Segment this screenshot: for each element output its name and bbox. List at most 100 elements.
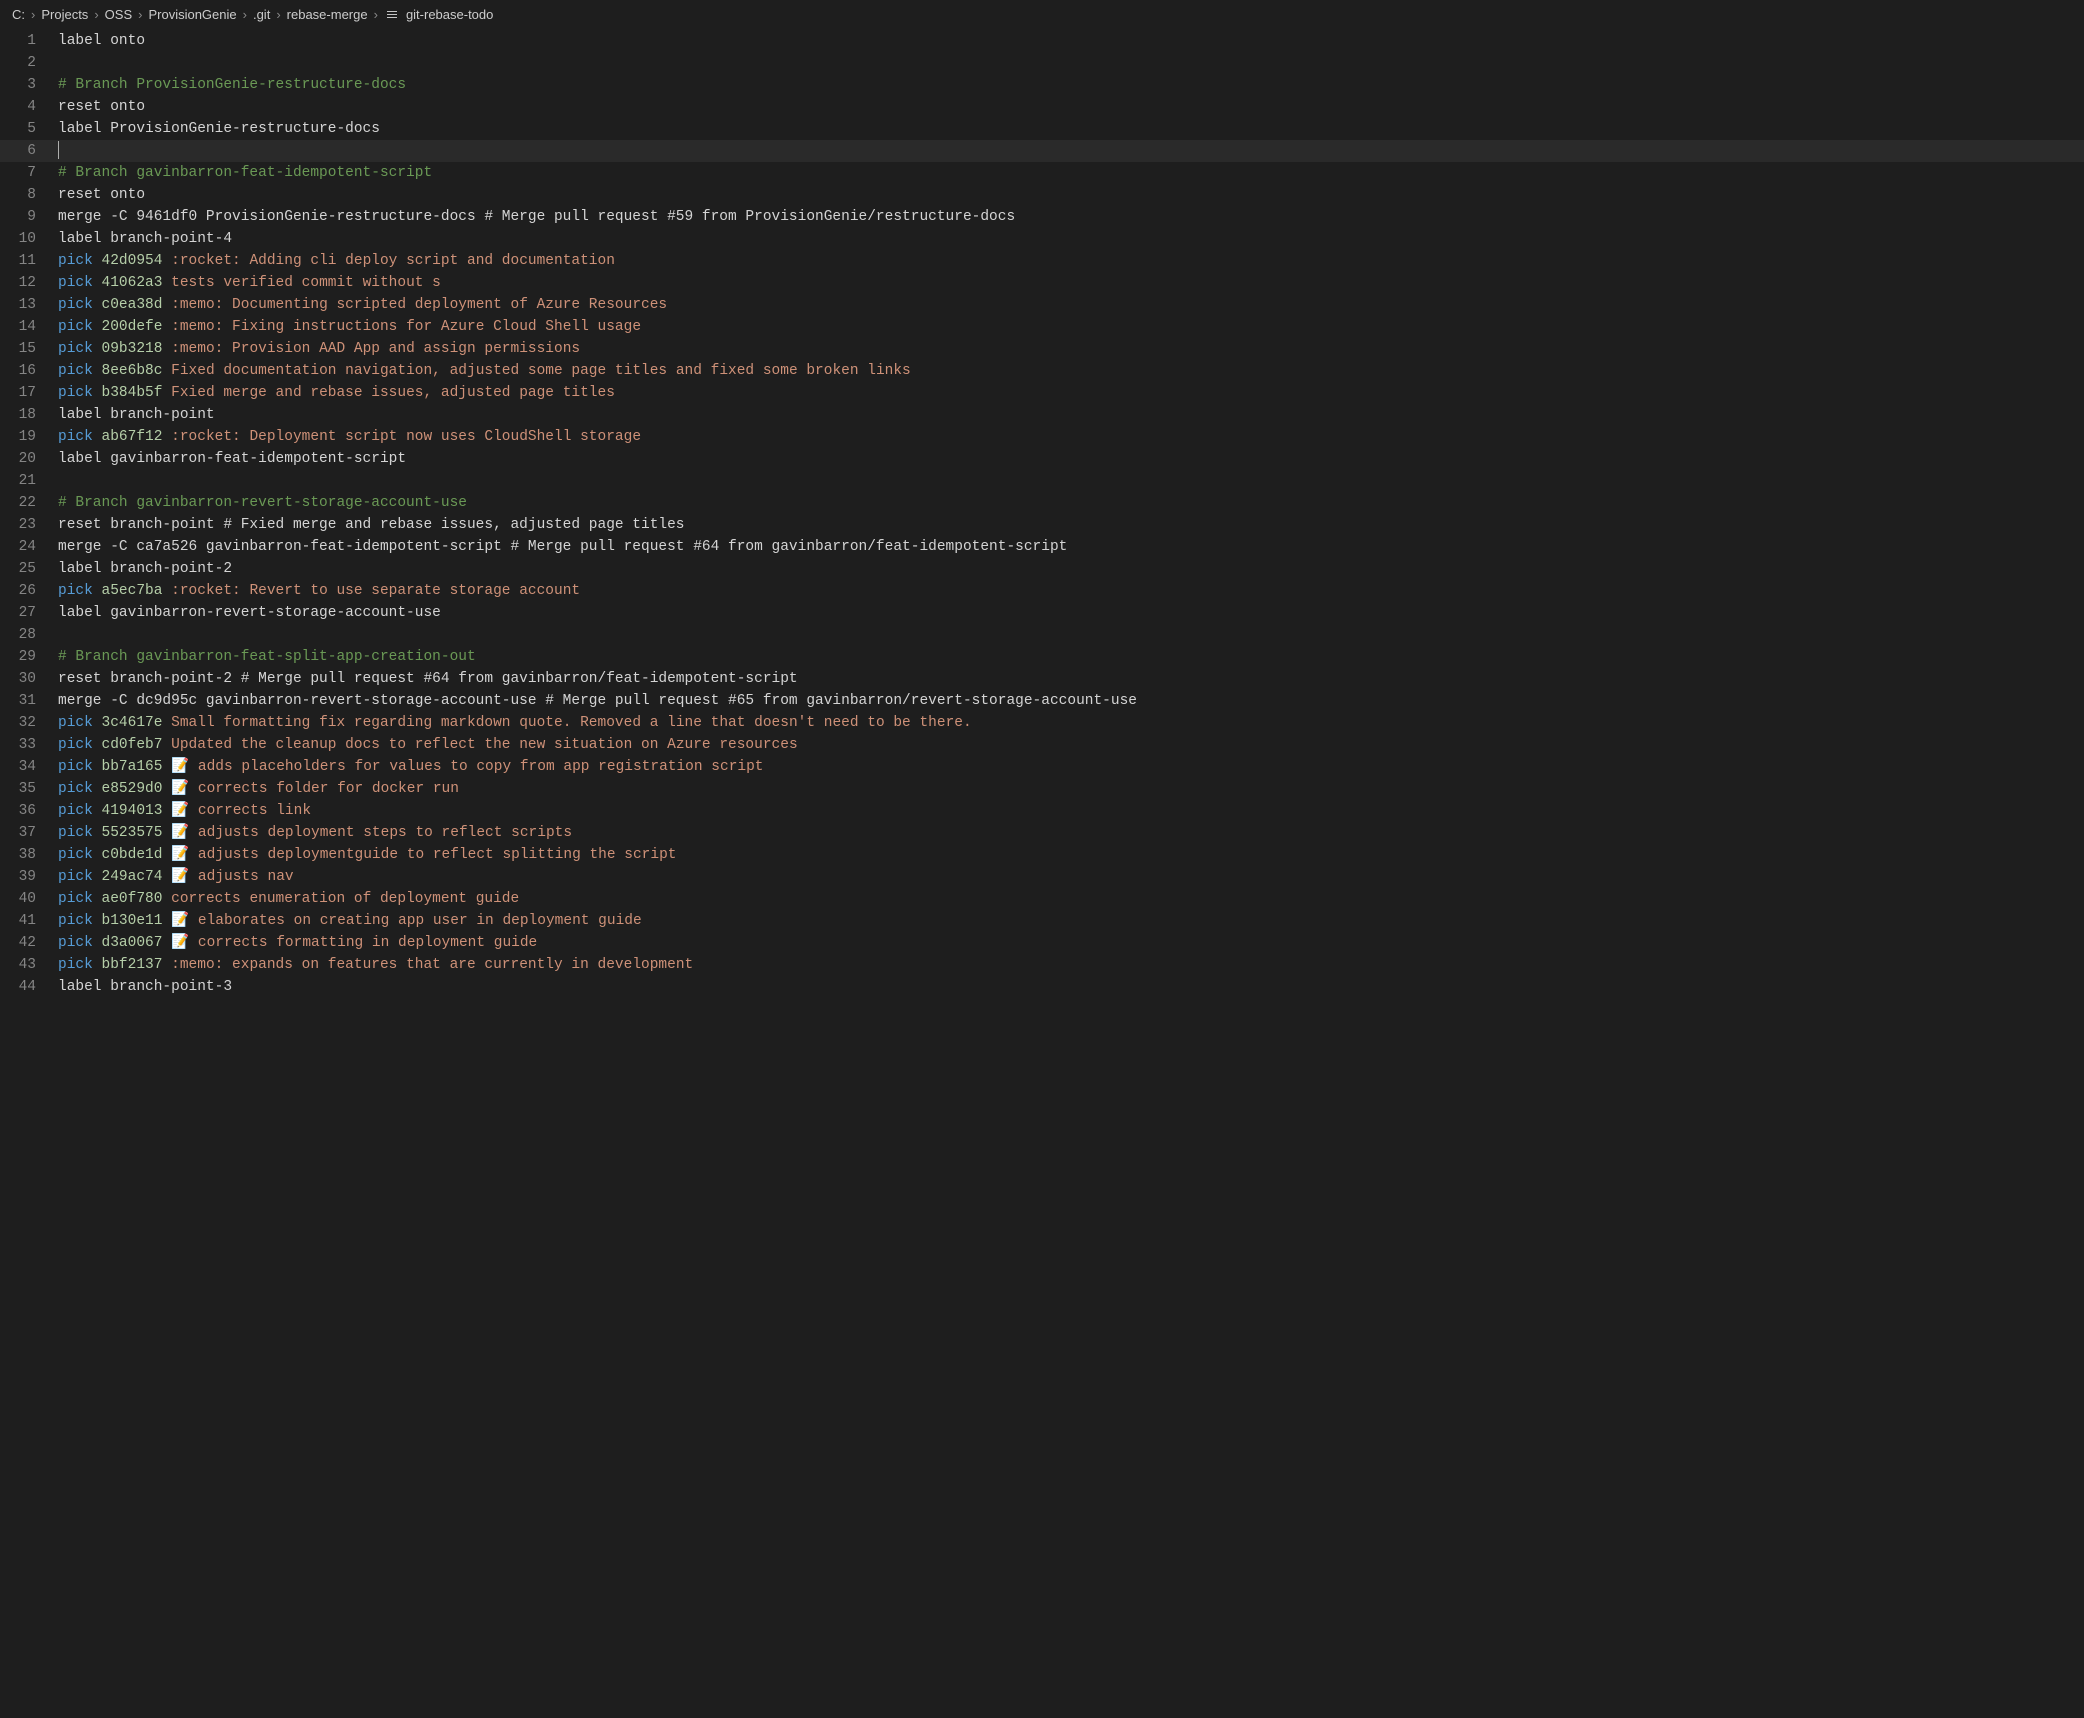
line-content[interactable]: label ProvisionGenie-restructure-docs — [54, 118, 2084, 140]
editor-line[interactable]: 12pick 41062a3 tests verified commit wit… — [0, 272, 2084, 294]
line-content[interactable]: pick 5523575 📝 adjusts deployment steps … — [54, 822, 2084, 844]
line-content[interactable]: label gavinbarron-feat-idempotent-script — [54, 448, 2084, 470]
editor-line[interactable]: 38pick c0bde1d 📝 adjusts deploymentguide… — [0, 844, 2084, 866]
line-content[interactable]: reset branch-point # Fxied merge and reb… — [54, 514, 2084, 536]
editor-line[interactable]: 40pick ae0f780 corrects enumeration of d… — [0, 888, 2084, 910]
editor-line[interactable]: 41pick b130e11 📝 elaborates on creating … — [0, 910, 2084, 932]
token-hash: b384b5f — [102, 385, 163, 401]
editor-line[interactable]: 28 — [0, 624, 2084, 646]
line-content[interactable]: reset onto — [54, 184, 2084, 206]
editor-line[interactable]: 1label onto — [0, 30, 2084, 52]
line-content[interactable]: pick c0bde1d 📝 adjusts deploymentguide t… — [54, 844, 2084, 866]
line-content[interactable]: pick 4194013 📝 corrects link — [54, 800, 2084, 822]
editor-line[interactable]: 24merge -C ca7a526 gavinbarron-feat-idem… — [0, 536, 2084, 558]
editor-line[interactable]: 34pick bb7a165 📝 adds placeholders for v… — [0, 756, 2084, 778]
editor-line[interactable]: 17pick b384b5f Fxied merge and rebase is… — [0, 382, 2084, 404]
editor-line[interactable]: 27label gavinbarron-revert-storage-accou… — [0, 602, 2084, 624]
editor-line[interactable]: 6 — [0, 140, 2084, 162]
token-plain — [162, 385, 171, 401]
line-content[interactable]: # Branch gavinbarron-feat-idempotent-scr… — [54, 162, 2084, 184]
editor-line[interactable]: 22# Branch gavinbarron-revert-storage-ac… — [0, 492, 2084, 514]
breadcrumb-segment[interactable]: C: — [12, 4, 25, 26]
editor-line[interactable]: 39pick 249ac74 📝 adjusts nav — [0, 866, 2084, 888]
editor-line[interactable]: 31merge -C dc9d95c gavinbarron-revert-st… — [0, 690, 2084, 712]
line-content[interactable]: pick 200defe :memo: Fixing instructions … — [54, 316, 2084, 338]
line-content[interactable]: merge -C ca7a526 gavinbarron-feat-idempo… — [54, 536, 2084, 558]
line-content[interactable]: pick b384b5f Fxied merge and rebase issu… — [54, 382, 2084, 404]
editor-line[interactable]: 29# Branch gavinbarron-feat-split-app-cr… — [0, 646, 2084, 668]
breadcrumb-segment[interactable]: ProvisionGenie — [148, 4, 236, 26]
editor-line[interactable]: 18label branch-point — [0, 404, 2084, 426]
editor-line[interactable]: 10label branch-point-4 — [0, 228, 2084, 250]
editor-area[interactable]: 1label onto23# Branch ProvisionGenie-res… — [0, 30, 2084, 998]
editor-line[interactable]: 37pick 5523575 📝 adjusts deployment step… — [0, 822, 2084, 844]
line-content[interactable]: pick 09b3218 :memo: Provision AAD App an… — [54, 338, 2084, 360]
editor-line[interactable]: 21 — [0, 470, 2084, 492]
line-content[interactable]: merge -C dc9d95c gavinbarron-revert-stor… — [54, 690, 2084, 712]
editor-line[interactable]: 9merge -C 9461df0 ProvisionGenie-restruc… — [0, 206, 2084, 228]
line-content[interactable]: reset branch-point-2 # Merge pull reques… — [54, 668, 2084, 690]
editor-line[interactable]: 26pick a5ec7ba :rocket: Revert to use se… — [0, 580, 2084, 602]
editor-line[interactable]: 42pick d3a0067 📝 corrects formatting in … — [0, 932, 2084, 954]
breadcrumb-segment[interactable]: rebase-merge — [287, 4, 368, 26]
breadcrumb-segment[interactable]: git-rebase-todo — [406, 4, 493, 26]
editor-line[interactable]: 32pick 3c4617e Small formatting fix rega… — [0, 712, 2084, 734]
editor-line[interactable]: 30reset branch-point-2 # Merge pull requ… — [0, 668, 2084, 690]
editor-line[interactable]: 36pick 4194013 📝 corrects link — [0, 800, 2084, 822]
line-content[interactable]: pick 41062a3 tests verified commit witho… — [54, 272, 2084, 294]
line-content[interactable]: label branch-point-2 — [54, 558, 2084, 580]
editor-line[interactable]: 16pick 8ee6b8c Fixed documentation navig… — [0, 360, 2084, 382]
line-content[interactable]: pick 249ac74 📝 adjusts nav — [54, 866, 2084, 888]
token-text: corrects enumeration of deployment guide — [171, 891, 519, 907]
editor-line[interactable]: 8reset onto — [0, 184, 2084, 206]
token-plain — [162, 957, 171, 973]
line-content[interactable]: pick 8ee6b8c Fixed documentation navigat… — [54, 360, 2084, 382]
editor-line[interactable]: 3# Branch ProvisionGenie-restructure-doc… — [0, 74, 2084, 96]
line-content[interactable]: pick ae0f780 corrects enumeration of dep… — [54, 888, 2084, 910]
editor-line[interactable]: 15pick 09b3218 :memo: Provision AAD App … — [0, 338, 2084, 360]
line-content[interactable]: label branch-point-4 — [54, 228, 2084, 250]
editor-line[interactable]: 44label branch-point-3 — [0, 976, 2084, 998]
breadcrumb[interactable]: C:›Projects›OSS›ProvisionGenie›.git›reba… — [0, 0, 2084, 30]
editor-line[interactable]: 2 — [0, 52, 2084, 74]
editor-line[interactable]: 13pick c0ea38d :memo: Documenting script… — [0, 294, 2084, 316]
editor-line[interactable]: 7# Branch gavinbarron-feat-idempotent-sc… — [0, 162, 2084, 184]
editor-line[interactable]: 23reset branch-point # Fxied merge and r… — [0, 514, 2084, 536]
editor-line[interactable]: 19pick ab67f12 :rocket: Deployment scrip… — [0, 426, 2084, 448]
breadcrumb-segment[interactable]: .git — [253, 4, 270, 26]
line-content[interactable]: pick 42d0954 :rocket: Adding cli deploy … — [54, 250, 2084, 272]
line-content[interactable]: pick ab67f12 :rocket: Deployment script … — [54, 426, 2084, 448]
line-content[interactable]: pick cd0feb7 Updated the cleanup docs to… — [54, 734, 2084, 756]
editor-line[interactable]: 20label gavinbarron-feat-idempotent-scri… — [0, 448, 2084, 470]
breadcrumb-segment[interactable]: OSS — [105, 4, 132, 26]
line-content[interactable]: # Branch ProvisionGenie-restructure-docs — [54, 74, 2084, 96]
line-content[interactable]: merge -C 9461df0 ProvisionGenie-restruct… — [54, 206, 2084, 228]
line-content[interactable]: reset onto — [54, 96, 2084, 118]
line-content[interactable]: pick 3c4617e Small formatting fix regard… — [54, 712, 2084, 734]
token-text: corrects formatting in deployment guide — [189, 935, 537, 951]
line-content[interactable]: pick d3a0067 📝 corrects formatting in de… — [54, 932, 2084, 954]
line-content[interactable]: pick a5ec7ba :rocket: Revert to use sepa… — [54, 580, 2084, 602]
token-plain — [93, 847, 102, 863]
editor-line[interactable]: 4reset onto — [0, 96, 2084, 118]
line-content[interactable]: label onto — [54, 30, 2084, 52]
editor-line[interactable]: 43pick bbf2137 :memo: expands on feature… — [0, 954, 2084, 976]
line-content[interactable]: pick e8529d0 📝 corrects folder for docke… — [54, 778, 2084, 800]
line-content[interactable]: label gavinbarron-revert-storage-account… — [54, 602, 2084, 624]
line-content[interactable]: pick bb7a165 📝 adds placeholders for val… — [54, 756, 2084, 778]
line-content[interactable] — [54, 140, 2084, 162]
line-content[interactable]: label branch-point — [54, 404, 2084, 426]
line-content[interactable]: label branch-point-3 — [54, 976, 2084, 998]
editor-line[interactable]: 11pick 42d0954 :rocket: Adding cli deplo… — [0, 250, 2084, 272]
editor-line[interactable]: 25label branch-point-2 — [0, 558, 2084, 580]
editor-line[interactable]: 14pick 200defe :memo: Fixing instruction… — [0, 316, 2084, 338]
line-content[interactable]: pick b130e11 📝 elaborates on creating ap… — [54, 910, 2084, 932]
line-content[interactable]: # Branch gavinbarron-revert-storage-acco… — [54, 492, 2084, 514]
breadcrumb-segment[interactable]: Projects — [41, 4, 88, 26]
editor-line[interactable]: 35pick e8529d0 📝 corrects folder for doc… — [0, 778, 2084, 800]
line-content[interactable]: pick bbf2137 :memo: expands on features … — [54, 954, 2084, 976]
editor-line[interactable]: 33pick cd0feb7 Updated the cleanup docs … — [0, 734, 2084, 756]
editor-line[interactable]: 5label ProvisionGenie-restructure-docs — [0, 118, 2084, 140]
line-content[interactable]: pick c0ea38d :memo: Documenting scripted… — [54, 294, 2084, 316]
line-content[interactable]: # Branch gavinbarron-feat-split-app-crea… — [54, 646, 2084, 668]
